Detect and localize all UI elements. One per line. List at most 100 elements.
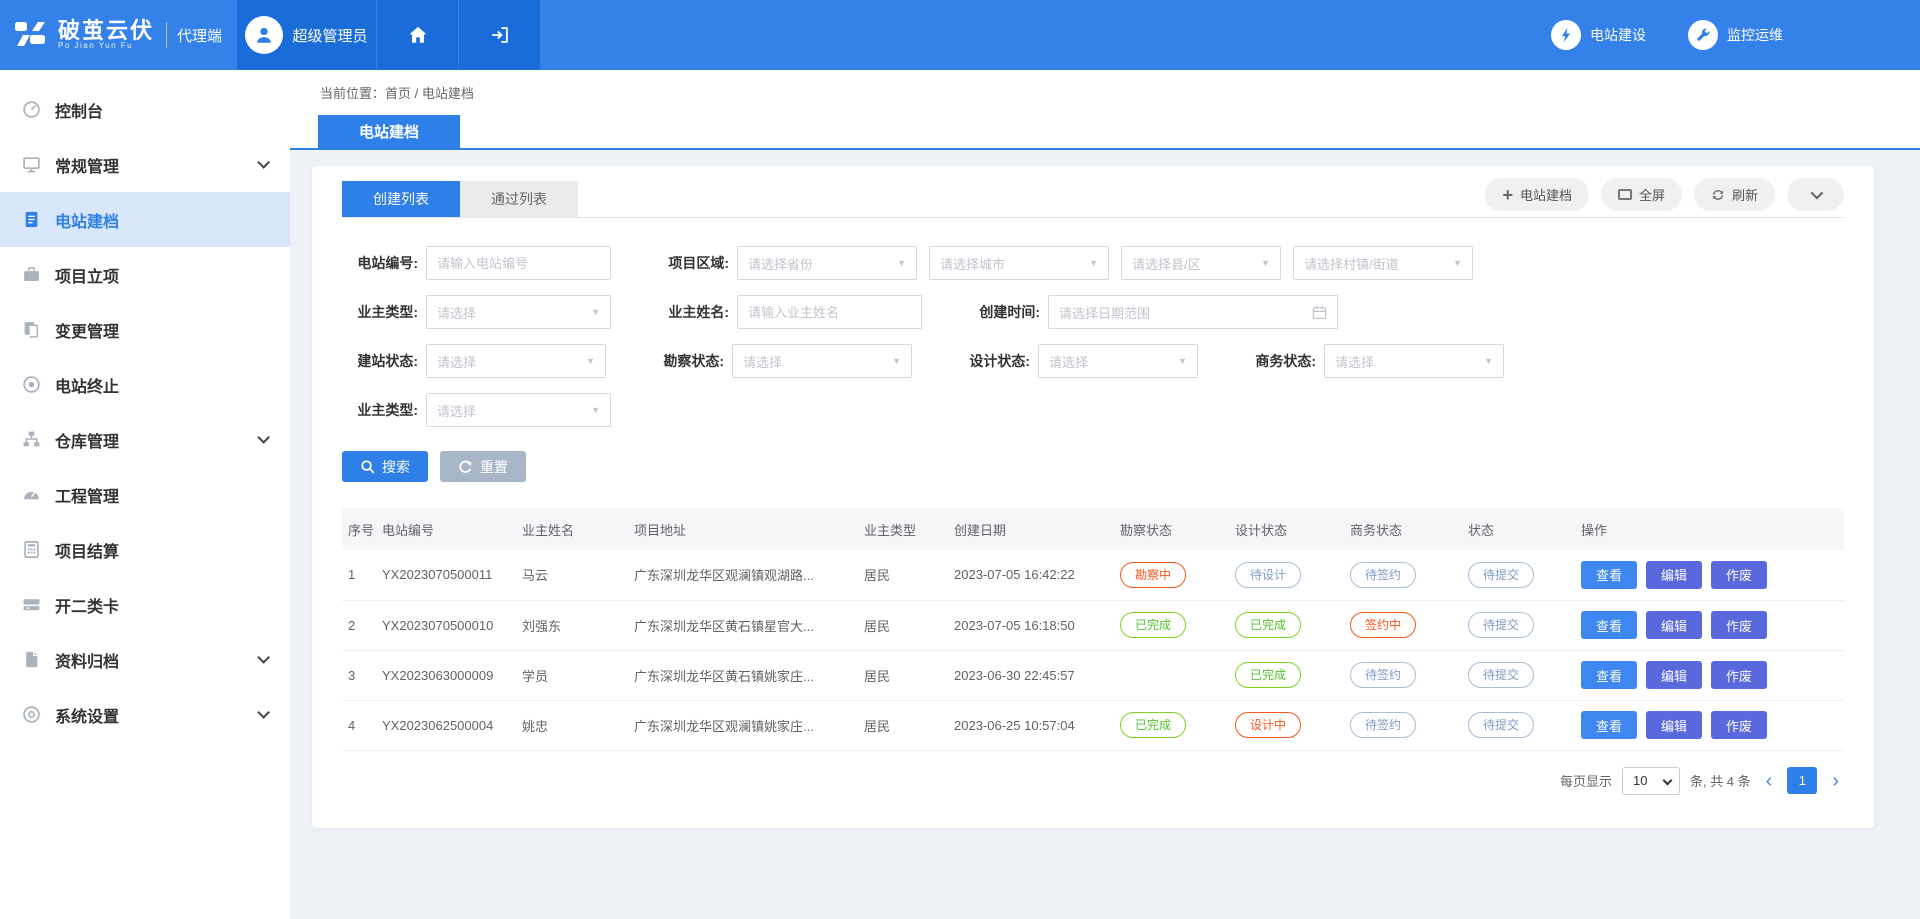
page-tab-station-archive[interactable]: 电站建档 [318,115,460,148]
edit-button[interactable]: 编辑 [1646,711,1702,739]
calendar-icon [1312,305,1327,320]
tab-passed-list[interactable]: 通过列表 [460,181,578,217]
sidebar-item-general-mgmt[interactable]: 常规管理 [0,137,290,192]
void-button[interactable]: 作废 [1711,711,1767,739]
sitemap-icon [18,430,44,449]
chevron-down-icon [257,706,270,719]
edit-button[interactable]: 编辑 [1646,561,1702,589]
sidebar-item-settings[interactable]: 系统设置 [0,687,290,742]
panel-tabs: 创建列表 通过列表 [342,181,578,217]
owner-name-input[interactable] [737,295,922,329]
settings-icon [18,705,44,724]
city-select[interactable]: 请选择城市 ▼ [929,246,1109,280]
per-page-select[interactable]: 10 [1623,773,1679,788]
sidebar-item-data-archive[interactable]: 资料归档 [0,632,290,687]
add-station-button[interactable]: + 电站建档 [1485,178,1589,211]
header-right-nav: 电站建设 监控运维 [1551,0,1920,70]
calculator-icon [18,540,44,559]
wrench-icon [1688,20,1718,50]
brand-divider [166,22,167,48]
target-icon [18,375,44,394]
caret-down-icon: ▼ [1484,356,1493,366]
main-area: 当前位置：首页 / 电站建档 电站建档 创建列表 通过列表 + 电站建档 [290,70,1920,919]
breadcrumb-path: 首页 / 电站建档 [385,86,474,101]
view-button[interactable]: 查看 [1581,561,1637,589]
view-button[interactable]: 查看 [1581,661,1637,689]
nav-station-build[interactable]: 电站建设 [1551,20,1646,50]
sidebar-item-settlement[interactable]: 项目结算 [0,522,290,577]
document-icon [18,210,44,229]
business-status-select[interactable]: 请选择 ▼ [1324,344,1504,378]
user-menu[interactable]: 超级管理员 [237,0,377,70]
status-badge: 待提交 [1468,712,1534,738]
sidebar-item-station-archive[interactable]: 电站建档 [0,192,290,247]
view-button[interactable]: 查看 [1581,611,1637,639]
tab-create-list[interactable]: 创建列表 [342,181,460,217]
void-button[interactable]: 作废 [1711,561,1767,589]
province-select[interactable]: 请选择省份 ▼ [737,246,917,280]
owner-type2-select[interactable]: 请选择 ▼ [426,393,611,427]
logout-button[interactable] [459,0,541,70]
brand-subtitle: Po Jian Yun Fu [58,42,154,50]
chevron-down-icon [1811,187,1824,200]
gauge-icon [18,485,44,504]
breadcrumb: 当前位置：首页 / 电站建档 [290,70,1920,102]
caret-down-icon: ▼ [1089,258,1098,268]
sidebar-item-project-approval[interactable]: 项目立项 [0,247,290,302]
top-header: 破茧云伏 Po Jian Yun Fu 代理端 超级管理员 [0,0,1920,70]
sidebar-item-change-mgmt[interactable]: 变更管理 [0,302,290,357]
pagination: 每页显示 10 条, 共 4 条 ‹ 1 › [342,767,1844,815]
fullscreen-button[interactable]: 全屏 [1601,178,1682,211]
refresh-button[interactable]: 刷新 [1694,178,1775,211]
survey-status-select[interactable]: 请选择 ▼ [732,344,912,378]
card-icon [18,595,44,614]
caret-down-icon: ▼ [1453,258,1462,268]
search-button[interactable]: 搜索 [342,451,428,482]
briefcase-icon [18,265,44,284]
home-button[interactable] [377,0,459,70]
table-row: 3 YX2023063000009 学员 广东深圳龙华区黄石镇姚家庄... 居民… [342,650,1844,700]
view-button[interactable]: 查看 [1581,711,1637,739]
caret-down-icon: ▼ [586,356,595,366]
business-status-badge: 待签约 [1350,662,1416,688]
edit-button[interactable]: 编辑 [1646,611,1702,639]
county-select[interactable]: 请选择县/区 ▼ [1121,246,1281,280]
village-select[interactable]: 请选择村镇/街道 ▼ [1293,246,1473,280]
sidebar-item-station-termination[interactable]: 电站终止 [0,357,290,412]
archive-icon [18,650,44,669]
business-status-badge: 待签约 [1350,712,1416,738]
collapse-toolbar-button[interactable] [1787,178,1844,211]
table-header-row: 序号 电站编号 业主姓名 项目地址 业主类型 创建日期 勘察状态 设计状态 商务… [342,508,1844,550]
reset-icon [458,459,473,474]
edit-button[interactable]: 编辑 [1646,661,1702,689]
station-table: 序号 电站编号 业主姓名 项目地址 业主类型 创建日期 勘察状态 设计状态 商务… [342,508,1844,751]
filter-form: 电站编号: 项目区域: 请选择省份 ▼ 请选择城市 ▼ [342,218,1844,482]
fullscreen-icon [1618,189,1632,200]
survey-status-badge: 勘察中 [1120,562,1186,588]
sidebar-item-warehouse[interactable]: 仓库管理 [0,412,290,467]
design-status-badge: 已完成 [1235,612,1301,638]
sidebar-item-class2-card[interactable]: 开二类卡 [0,577,290,632]
status-badge: 待提交 [1468,612,1534,638]
design-status-select[interactable]: 请选择 ▼ [1038,344,1198,378]
nav-monitor-ops[interactable]: 监控运维 [1688,20,1783,50]
brand-name: 破茧云伏 [58,19,154,42]
search-icon [360,459,375,474]
build-status-select[interactable]: 请选择 ▼ [426,344,606,378]
reset-button[interactable]: 重置 [440,451,526,482]
station-no-input[interactable] [426,246,611,280]
create-time-range-picker[interactable]: 请选择日期范围 [1048,295,1338,329]
next-page-button[interactable]: › [1827,771,1844,791]
prev-page-button[interactable]: ‹ [1761,771,1778,791]
table-row: 4 YX2023062500004 姚忠 广东深圳龙华区观澜镇姚家庄... 居民… [342,700,1844,750]
sidebar-item-console[interactable]: 控制台 [0,82,290,137]
business-status-badge: 签约中 [1350,612,1416,638]
caret-down-icon: ▼ [591,405,600,415]
sidebar-item-engineering[interactable]: 工程管理 [0,467,290,522]
page-number-button[interactable]: 1 [1787,767,1817,794]
dashboard-icon [18,100,44,119]
plus-icon: + [1502,186,1513,204]
void-button[interactable]: 作废 [1711,611,1767,639]
void-button[interactable]: 作废 [1711,661,1767,689]
owner-type-select[interactable]: 请选择 ▼ [426,295,611,329]
